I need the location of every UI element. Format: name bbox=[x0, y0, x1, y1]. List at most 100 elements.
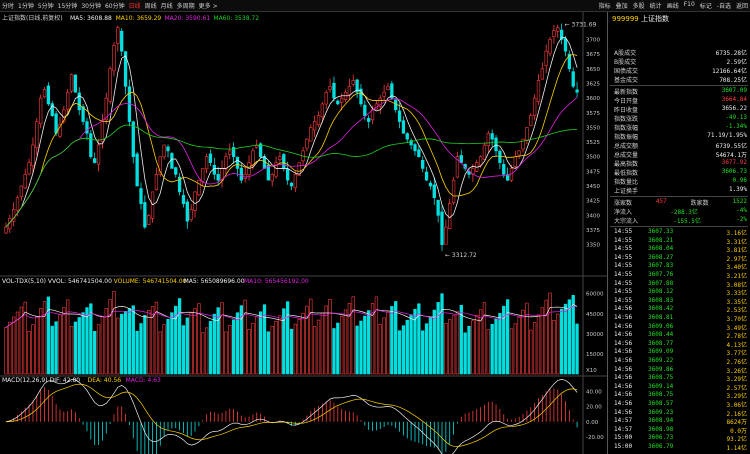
tick-time: 14:55 bbox=[614, 253, 633, 261]
volume-bar bbox=[58, 314, 62, 375]
tick-time: 14:55 bbox=[614, 279, 633, 287]
tool-4[interactable]: 画线 bbox=[667, 1, 679, 10]
volume-bar bbox=[440, 293, 444, 375]
volume-bar bbox=[471, 320, 475, 375]
period-tab-7[interactable]: 周线 bbox=[145, 1, 157, 10]
tick-price: 3608.75 bbox=[648, 374, 674, 382]
volume-bar bbox=[181, 325, 186, 375]
period-tab-5[interactable]: 60分钟 bbox=[105, 1, 125, 10]
down-count: 1522 bbox=[732, 198, 747, 205]
volume-bar bbox=[108, 299, 112, 375]
tick-row: 14:56 3609.86 3.26亿 bbox=[614, 366, 747, 375]
candle-body bbox=[544, 50, 548, 66]
volume-bar bbox=[421, 330, 425, 375]
volume-bar bbox=[316, 319, 321, 375]
period-tab-4[interactable]: 30分钟 bbox=[81, 1, 101, 10]
volume-bar bbox=[544, 299, 548, 375]
volume-bar bbox=[235, 312, 240, 375]
tool-6[interactable]: 标记 bbox=[700, 1, 712, 10]
tick-row: 14:56 3608.77 4.13亿 bbox=[614, 340, 747, 349]
tick-row: 14:57 3608.94 8624万 bbox=[614, 417, 747, 426]
candle-body bbox=[517, 150, 521, 156]
candle-body bbox=[444, 226, 448, 245]
vol-legend: MA5: 565089696.00 bbox=[184, 278, 245, 285]
tool-8[interactable]: 返回 bbox=[736, 1, 748, 10]
row-label: 总成交额 bbox=[614, 143, 639, 150]
period-tab-9[interactable]: 多周期 bbox=[177, 1, 195, 10]
volume-bar bbox=[463, 332, 467, 375]
volume-bar bbox=[54, 321, 58, 375]
tool-5[interactable]: F10 bbox=[684, 1, 695, 10]
tick-row: 14:55 3607.83 3.40亿 bbox=[614, 262, 747, 271]
tick-time: 15:00 bbox=[614, 434, 633, 442]
volume-bar bbox=[177, 298, 182, 375]
candle-body bbox=[347, 86, 352, 95]
period-tab-1[interactable]: 1分钟 bbox=[18, 1, 34, 10]
volume-bar bbox=[228, 324, 232, 375]
candle-body bbox=[482, 144, 487, 160]
volume-bar bbox=[27, 331, 31, 375]
volume-bar bbox=[556, 313, 560, 375]
period-tab-0[interactable]: 分时 bbox=[2, 1, 14, 10]
candle-body bbox=[556, 27, 560, 32]
row-label: 最低指数 bbox=[614, 170, 639, 177]
candle-body bbox=[23, 174, 27, 189]
volume-bar bbox=[436, 302, 440, 375]
candle-body bbox=[224, 156, 228, 170]
volume-bar bbox=[532, 322, 537, 375]
volume-bar bbox=[328, 299, 332, 375]
tool-3[interactable]: 统计 bbox=[650, 1, 662, 10]
tick-row: 14:55 3607.88 3.08亿 bbox=[614, 280, 747, 289]
tick-price: 3609.14 bbox=[648, 382, 674, 390]
tool-2[interactable]: 多股 bbox=[633, 1, 645, 10]
volume-bar bbox=[170, 312, 174, 375]
candle-body bbox=[46, 85, 51, 105]
row-label: 最高指数 bbox=[614, 161, 639, 168]
kline-chart[interactable]: ← 3731.69 ← 3312.72 3700 3675 3650 3625 3600 3… bbox=[0, 12, 607, 454]
up-label: 涨家数 bbox=[614, 200, 633, 207]
candle-body bbox=[532, 97, 537, 117]
tick-price: 3608.04 bbox=[648, 245, 674, 253]
tick-price: 3607.33 bbox=[648, 228, 674, 235]
candle-body bbox=[39, 97, 43, 125]
candle-body bbox=[278, 156, 282, 161]
period-tab-8[interactable]: 月线 bbox=[161, 1, 173, 10]
volume-bar bbox=[258, 311, 263, 375]
price-tick: 3600 bbox=[586, 96, 600, 102]
row-value: 3677.92 bbox=[721, 159, 747, 166]
row-value: 6739.55亿 bbox=[715, 143, 747, 150]
volume-bar bbox=[123, 311, 128, 375]
tool-0[interactable]: 指标 bbox=[599, 1, 611, 10]
tool-7[interactable]: -自选 bbox=[717, 1, 731, 10]
volume-bar bbox=[563, 303, 568, 375]
tool-1[interactable]: 叠加 bbox=[616, 1, 628, 10]
panel-divider bbox=[610, 226, 748, 227]
candle-body bbox=[529, 115, 533, 127]
row-value: 3664.84 bbox=[721, 96, 747, 103]
quote-row: 指数涨幅 -1.34% bbox=[614, 123, 747, 132]
tick-row: 14:56 3608.44 2.78亿 bbox=[614, 331, 747, 340]
volume-bar bbox=[548, 292, 552, 375]
period-tab-2[interactable]: 5分钟 bbox=[38, 1, 54, 10]
row-value: 708.25亿 bbox=[719, 77, 747, 84]
candle-body bbox=[181, 195, 186, 204]
period-tab-3[interactable]: 15分钟 bbox=[58, 1, 78, 10]
tick-price: 3608.75 bbox=[648, 391, 674, 399]
candle-body bbox=[93, 158, 97, 163]
tick-price: 3609.22 bbox=[648, 357, 674, 364]
flow-row: 净流入 -288.3亿 -4% bbox=[614, 207, 747, 216]
candle-body bbox=[112, 45, 116, 72]
tick-price: 3608.12 bbox=[648, 288, 674, 296]
volume-bar bbox=[297, 318, 301, 375]
candle-body bbox=[66, 91, 70, 110]
row-value: 3606.73 bbox=[721, 168, 747, 175]
period-tab-6[interactable]: 日线 bbox=[129, 1, 141, 10]
volume-bar bbox=[374, 296, 379, 375]
candle-body bbox=[73, 74, 78, 93]
row-value: 1.39% bbox=[728, 186, 747, 193]
period-tab-10[interactable]: 更多 > bbox=[199, 1, 218, 10]
candle-body bbox=[154, 174, 159, 190]
row-label: 国债成交 bbox=[614, 68, 639, 75]
candle-body bbox=[193, 191, 197, 211]
volume-bar bbox=[397, 330, 402, 375]
